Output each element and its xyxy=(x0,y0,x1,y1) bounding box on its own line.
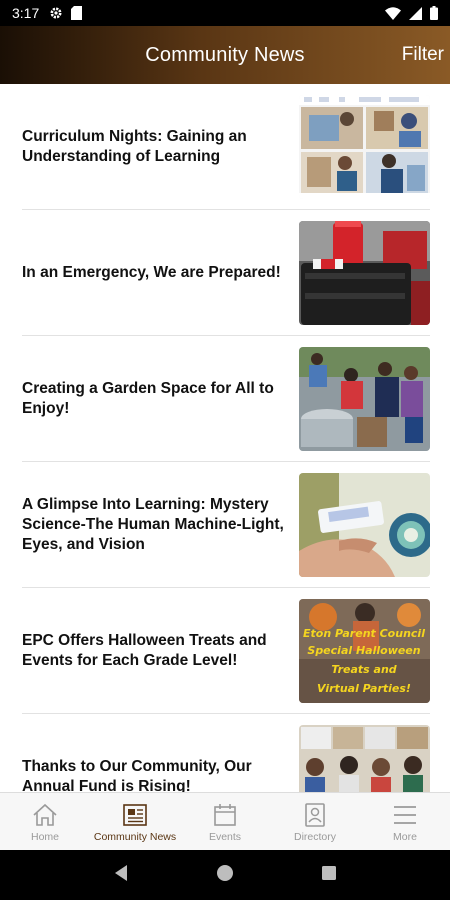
signal-icon xyxy=(409,6,422,20)
nav-directory[interactable]: Directory xyxy=(270,793,360,850)
battery-icon xyxy=(430,6,438,20)
news-item[interactable]: A Glimpse Into Learning: Mystery Science… xyxy=(22,462,430,588)
garden-volunteers-photo xyxy=(299,347,430,451)
nav-home-label: Home xyxy=(30,830,59,843)
sd-card-icon xyxy=(71,6,83,20)
nav-events[interactable]: Events xyxy=(180,793,270,850)
news-item[interactable]: Thanks to Our Community, Our Annual Fund… xyxy=(22,714,430,792)
news-item-title: Creating a Garden Space for All to Enjoy… xyxy=(22,379,274,417)
community-collage-photo xyxy=(299,725,430,792)
news-item-title: In an Emergency, We are Prepared! xyxy=(22,263,281,281)
system-nav-bar xyxy=(0,850,450,900)
news-item-title: Thanks to Our Community, Our Annual Fund… xyxy=(22,757,252,793)
news-item-title: A Glimpse Into Learning: Mystery Science… xyxy=(22,495,284,553)
news-item[interactable]: In an Emergency, We are Prepared! xyxy=(22,210,430,336)
nav-more-label: More xyxy=(393,830,417,843)
science-lens-photo xyxy=(299,473,430,577)
nav-community-news[interactable]: Community News xyxy=(90,793,180,850)
nav-directory-label: Directory xyxy=(293,830,336,843)
status-time: 3:17 xyxy=(12,5,40,21)
news-item[interactable]: EPC Offers Halloween Treats and Events f… xyxy=(22,588,430,714)
nav-community-news-label: Community News xyxy=(93,830,177,843)
menu-icon xyxy=(392,801,418,829)
halloween-flyer: Eton Parent Council Special Halloween Tr… xyxy=(299,599,430,703)
status-bar: 3:17 xyxy=(0,0,450,26)
bottom-nav: Home Community News Events Directory Mor… xyxy=(0,792,450,850)
svg-text:Special Halloween: Special Halloween xyxy=(307,644,420,657)
filter-button[interactable]: Filter xyxy=(402,26,444,84)
newspaper-icon xyxy=(122,801,148,829)
classroom-collage-photo xyxy=(299,95,430,199)
emergency-kit-photo xyxy=(299,221,430,325)
news-item[interactable]: Creating a Garden Space for All to Enjoy… xyxy=(22,336,430,462)
news-item-title: EPC Offers Halloween Treats and Events f… xyxy=(22,631,267,669)
nav-events-label: Events xyxy=(208,830,242,843)
home-icon xyxy=(32,801,58,829)
news-item[interactable]: Curriculum Nights: Gaining an Understand… xyxy=(22,84,430,210)
nav-home[interactable]: Home xyxy=(0,793,90,850)
contact-card-icon xyxy=(302,801,328,829)
page-title: Community News xyxy=(145,43,305,66)
app-bar: Community News Filter xyxy=(0,26,450,84)
wifi-icon xyxy=(385,6,401,20)
nav-more[interactable]: More xyxy=(360,793,450,850)
svg-text:Virtual Parties!: Virtual Parties! xyxy=(317,682,411,695)
recents-icon[interactable] xyxy=(321,865,337,886)
calendar-icon xyxy=(212,801,238,829)
news-list[interactable]: Curriculum Nights: Gaining an Understand… xyxy=(0,84,450,792)
svg-text:Treats and: Treats and xyxy=(331,663,396,676)
news-item-title: Curriculum Nights: Gaining an Understand… xyxy=(22,127,247,165)
svg-text:Eton Parent Council: Eton Parent Council xyxy=(303,627,425,640)
back-icon[interactable] xyxy=(113,864,129,887)
gear-icon xyxy=(49,6,63,20)
home-circle-icon[interactable] xyxy=(216,864,234,887)
